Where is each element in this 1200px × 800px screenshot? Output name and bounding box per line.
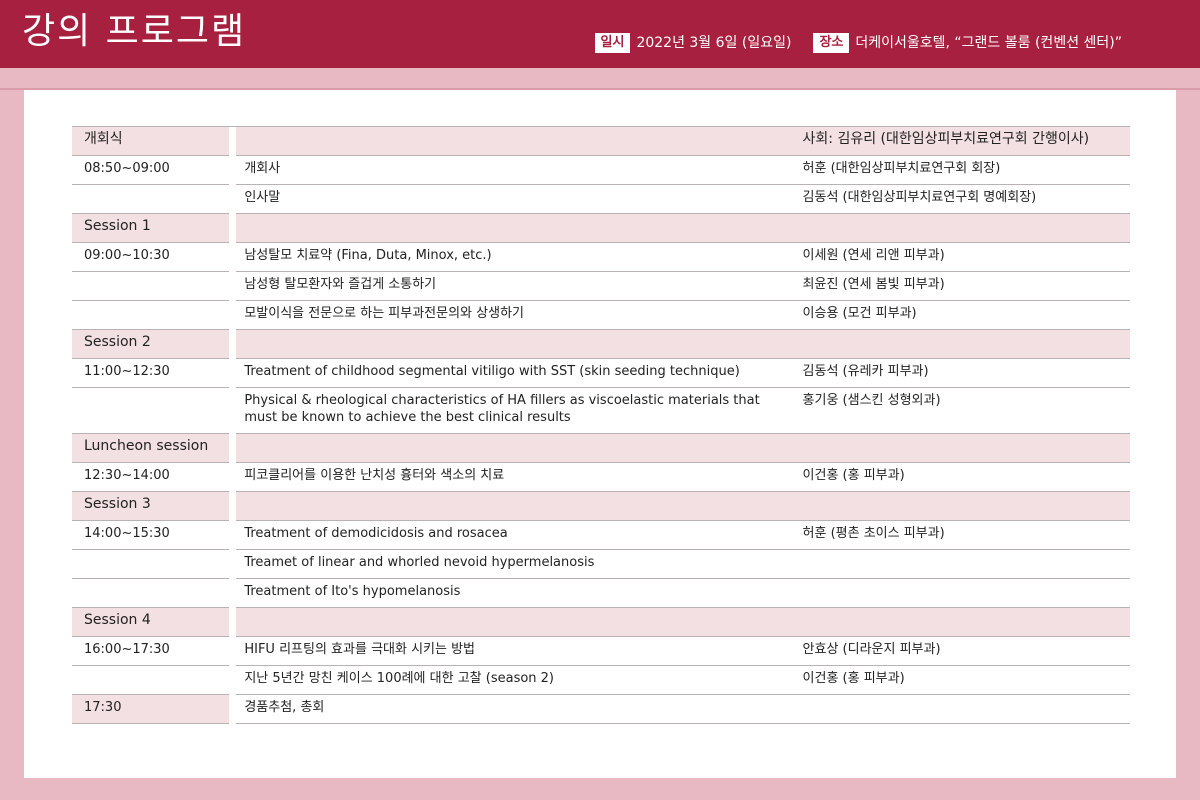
- lecture-title: Physical & rheological characteristics o…: [236, 387, 803, 434]
- lecture-title: HIFU 리프팅의 효과를 극대화 시키는 방법: [236, 636, 803, 666]
- section-row-luncheon: Luncheon session: [72, 433, 1130, 463]
- lecture-title: Treatment of childhood segmental vitilig…: [236, 358, 803, 388]
- section-row-session2: Session 2: [72, 329, 1130, 359]
- program-panel: 개회식 사회: 김유리 (대한임상피부치료연구회 간행이사) 08:50~09:…: [24, 90, 1176, 778]
- section-label: 개회식: [72, 126, 229, 156]
- speaker: [802, 578, 1130, 608]
- speaker: 김동석 (유레카 피부과): [802, 358, 1130, 388]
- speaker: 이승용 (모건 피부과): [802, 300, 1130, 330]
- table-row: 08:50~09:00 개회사 허훈 (대한임상피부치료연구회 회장): [72, 155, 1130, 185]
- speaker: 허훈 (평촌 초이스 피부과): [802, 520, 1130, 550]
- speaker: 김동석 (대한임상피부치료연구회 명예회장): [802, 184, 1130, 214]
- lecture-title: 개회사: [236, 155, 803, 185]
- section-row-session4: Session 4: [72, 607, 1130, 637]
- time-label: 16:00~17:30: [72, 636, 229, 666]
- closing-row: 17:30 경품추첨, 총회: [72, 694, 1130, 724]
- lecture-title: 모발이식을 전문으로 하는 피부과전문의와 상생하기: [236, 300, 803, 330]
- lecture-title: Treatment of demodicidosis and rosacea: [236, 520, 803, 550]
- section-label: Session 2: [72, 329, 229, 359]
- table-row: 지난 5년간 망친 케이스 100례에 대한 고찰 (season 2) 이건홍…: [72, 665, 1130, 695]
- speaker: 안효상 (디라운지 피부과): [802, 636, 1130, 666]
- table-row: 12:30~14:00 피코클리어를 이용한 난치성 흉터와 색소의 치료 이건…: [72, 462, 1130, 492]
- lecture-title: Treatment of Ito's hypomelanosis: [236, 578, 803, 608]
- table-row: Treatment of Ito's hypomelanosis: [72, 578, 1130, 608]
- lecture-title: 경품추첨, 총회: [236, 694, 803, 724]
- speaker: 이건홍 (홍 피부과): [802, 462, 1130, 492]
- venue-tag: 장소: [813, 33, 850, 53]
- time-label: 17:30: [72, 694, 229, 724]
- event-meta: 일시 2022년 3월 6일 (일요일) 장소 더케이서울호텔, “그랜드 볼룸…: [594, 33, 1122, 53]
- mc-text: 사회: 김유리 (대한임상피부치료연구회 간행이사): [802, 126, 1130, 156]
- speaker: 최윤진 (연세 봄빛 피부과): [802, 271, 1130, 301]
- lecture-title: 지난 5년간 망친 케이스 100례에 대한 고찰 (season 2): [236, 665, 803, 695]
- speaker: [802, 549, 1130, 579]
- lecture-title: 남성탈모 치료약 (Fina, Duta, Minox, etc.): [236, 242, 803, 272]
- section-label: Luncheon session: [72, 433, 229, 463]
- venue-value: 더케이서울호텔, “그랜드 볼룸 (컨벤션 센터)”: [855, 35, 1122, 51]
- section-label: Session 1: [72, 213, 229, 243]
- page-title: 강의 프로그램: [22, 11, 247, 52]
- lecture-title: 피코클리어를 이용한 난치성 흉터와 색소의 치료: [236, 462, 803, 492]
- time-label: 09:00~10:30: [72, 242, 229, 272]
- time-label: 14:00~15:30: [72, 520, 229, 550]
- section-row-opening: 개회식 사회: 김유리 (대한임상피부치료연구회 간행이사): [72, 126, 1130, 156]
- speaker: 이세원 (연세 리앤 피부과): [802, 242, 1130, 272]
- section-row-session3: Session 3: [72, 491, 1130, 521]
- lecture-title: Treamet of linear and whorled nevoid hyp…: [236, 549, 803, 579]
- time-label: 08:50~09:00: [72, 155, 229, 185]
- table-row: 14:00~15:30 Treatment of demodicidosis a…: [72, 520, 1130, 550]
- table-row: 남성형 탈모환자와 즐겁게 소통하기 최윤진 (연세 봄빛 피부과): [72, 271, 1130, 301]
- table-row: 09:00~10:30 남성탈모 치료약 (Fina, Duta, Minox,…: [72, 242, 1130, 272]
- table-row: 인사말 김동석 (대한임상피부치료연구회 명예회장): [72, 184, 1130, 214]
- table-row: 11:00~12:30 Treatment of childhood segme…: [72, 358, 1130, 388]
- time-label: 12:30~14:00: [72, 462, 229, 492]
- lecture-title: 남성형 탈모환자와 즐겁게 소통하기: [236, 271, 803, 301]
- speaker: 홍기웅 (샘스킨 성형외과): [802, 387, 1130, 434]
- speaker: 이건홍 (홍 피부과): [802, 665, 1130, 695]
- table-row: Physical & rheological characteristics o…: [72, 387, 1130, 434]
- table-row: Treamet of linear and whorled nevoid hyp…: [72, 549, 1130, 579]
- decorative-band: [0, 68, 1200, 90]
- section-row-session1: Session 1: [72, 213, 1130, 243]
- speaker: 허훈 (대한임상피부치료연구회 회장): [802, 155, 1130, 185]
- lecture-title: 인사말: [236, 184, 803, 214]
- section-label: Session 4: [72, 607, 229, 637]
- date-value: 2022년 3월 6일 (일요일): [636, 35, 792, 51]
- program-table: 개회식 사회: 김유리 (대한임상피부치료연구회 간행이사) 08:50~09:…: [72, 126, 1130, 724]
- date-tag: 일시: [594, 33, 631, 53]
- section-label: Session 3: [72, 491, 229, 521]
- table-row: 16:00~17:30 HIFU 리프팅의 효과를 극대화 시키는 방법 안효상…: [72, 636, 1130, 666]
- header-bar: 강의 프로그램 일시 2022년 3월 6일 (일요일) 장소 더케이서울호텔,…: [0, 0, 1200, 68]
- time-label: 11:00~12:30: [72, 358, 229, 388]
- table-row: 모발이식을 전문으로 하는 피부과전문의와 상생하기 이승용 (모건 피부과): [72, 300, 1130, 330]
